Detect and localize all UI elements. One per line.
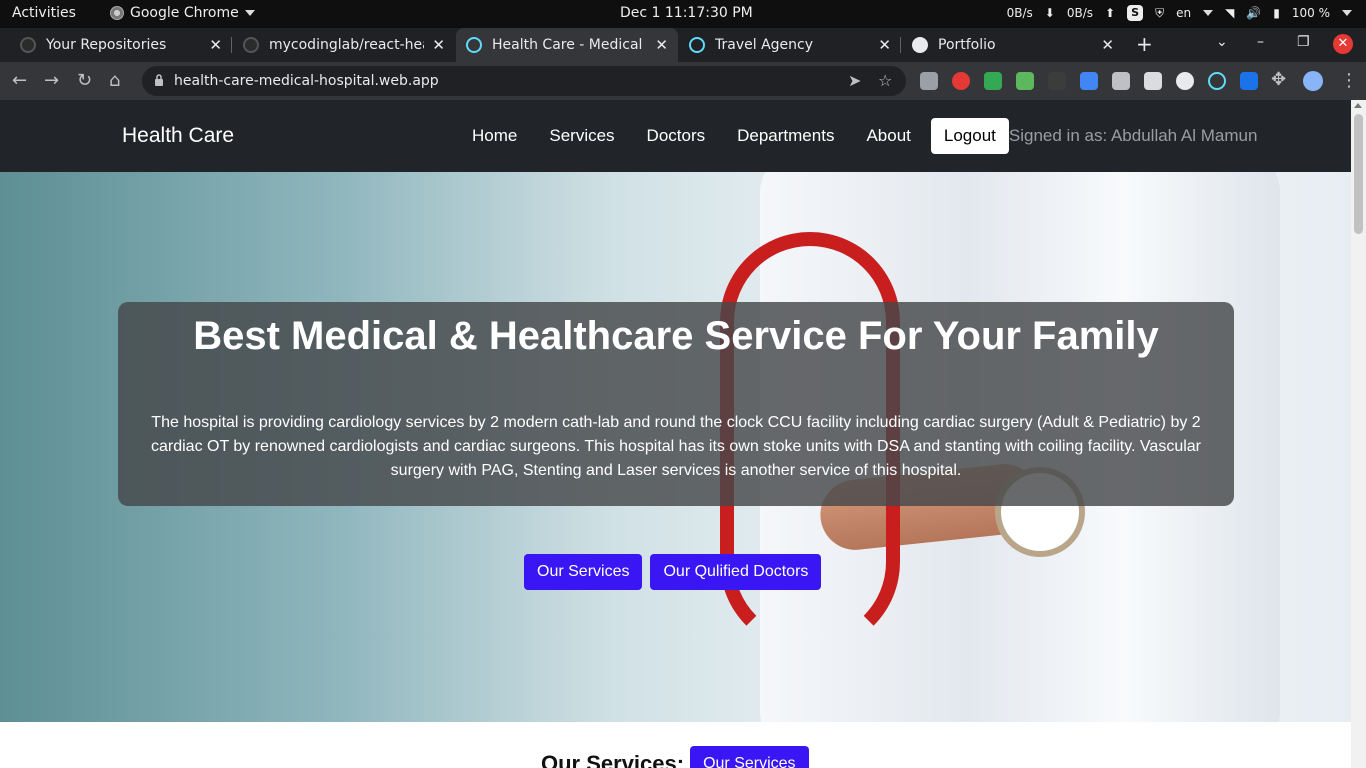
site-navbar: Health Care Home Services Doctors Depart… <box>0 100 1351 172</box>
reload-button[interactable]: ↻ <box>77 70 92 91</box>
star-icon[interactable]: ☆ <box>878 71 892 90</box>
address-bar[interactable]: health-care-medical-hospital.web.app ➤ ☆ <box>142 66 906 96</box>
nav-services[interactable]: Services <box>533 118 630 154</box>
tab-title: Health Care - Medical Hospital <box>492 37 647 53</box>
puzzle-icon[interactable]: ✥ <box>1271 69 1286 90</box>
system-top-bar: Activities Google Chrome Dec 1 11:17:30 … <box>0 0 1366 28</box>
brand-logo[interactable]: Health Care <box>122 124 234 148</box>
mail-extension-icon[interactable] <box>920 72 938 90</box>
page-scrollbar[interactable] <box>1351 100 1366 768</box>
services-section-header: Our Services: Our Services <box>541 746 809 768</box>
github-icon <box>20 37 36 53</box>
new-tab-button[interactable]: + <box>1136 32 1153 56</box>
battery-icon[interactable]: ▮ <box>1273 6 1280 20</box>
arrow-down-icon: ⬇ <box>1044 6 1055 20</box>
react-devtools-icon[interactable] <box>1208 72 1226 90</box>
back-button[interactable]: ← <box>12 70 27 91</box>
tab-strip: Your Repositories ✕ mycodinglab/react-he… <box>0 28 1366 62</box>
wifi-icon[interactable]: ◥ <box>1225 6 1234 20</box>
url-text: health-care-medical-hospital.web.app <box>174 73 439 89</box>
clock[interactable]: Dec 1 11:17:30 PM <box>620 5 753 21</box>
nav-links: Home Services Doctors Departments About … <box>456 118 1257 154</box>
react-icon <box>689 37 705 53</box>
adblock-icon[interactable] <box>952 72 970 90</box>
chevron-down-icon <box>1342 10 1352 16</box>
close-icon[interactable]: ✕ <box>432 36 445 54</box>
tab-title: Travel Agency <box>715 37 813 53</box>
react-icon <box>466 37 482 53</box>
home-button[interactable]: ⌂ <box>109 70 120 91</box>
web-page: Health Care Home Services Doctors Depart… <box>0 100 1351 768</box>
tab-health-care[interactable]: Health Care - Medical Hospital ✕ <box>456 28 678 62</box>
our-services-button[interactable]: Our Services <box>524 554 643 590</box>
tab-title: mycodinglab/react-health-care <box>269 37 424 53</box>
volume-icon[interactable]: 🔊 <box>1246 6 1261 20</box>
script-extension-icon[interactable] <box>1048 72 1066 90</box>
system-tray[interactable]: 0B/s ⬇ 0B/s ⬆ S ⛨ en ◥ 🔊 ▮ 100 % <box>1007 5 1352 21</box>
shield-extension-icon[interactable] <box>984 72 1002 90</box>
services-heading: Our Services: <box>541 751 685 768</box>
nav-departments[interactable]: Departments <box>721 118 850 154</box>
window-close-button[interactable]: ✕ <box>1333 34 1353 54</box>
battery-level: 100 % <box>1291 6 1330 20</box>
forward-button[interactable]: → <box>44 70 59 91</box>
activities-button[interactable]: Activities <box>12 5 76 21</box>
close-icon[interactable]: ✕ <box>878 36 891 54</box>
lock-icon[interactable] <box>154 74 164 86</box>
tab-title: Your Repositories <box>46 37 167 53</box>
globe-icon <box>912 37 928 53</box>
tab-react-health-care-repo[interactable]: mycodinglab/react-health-care ✕ <box>233 28 455 62</box>
browser-toolbar: ← → ↻ ⌂ health-care-medical-hospital.web… <box>0 62 1366 100</box>
hero-card: Best Medical & Healthcare Service For Yo… <box>118 302 1234 506</box>
scrollbar-thumb[interactable] <box>1354 114 1363 234</box>
services-section-button[interactable]: Our Services <box>690 746 809 768</box>
our-doctors-button[interactable]: Our Qulified Doctors <box>650 554 822 590</box>
avatar[interactable] <box>1303 71 1323 91</box>
hero-section: Best Medical & Healthcare Service For Yo… <box>0 172 1351 722</box>
kebab-menu-icon[interactable]: ⋮ <box>1340 70 1358 91</box>
screenshot-extension-icon[interactable] <box>1112 72 1130 90</box>
chrome-icon <box>110 6 124 20</box>
logout-button[interactable]: Logout <box>930 118 1009 154</box>
restore-icon[interactable]: ❐ <box>1297 34 1310 50</box>
scroll-up-icon[interactable] <box>1354 103 1362 108</box>
nav-home[interactable]: Home <box>456 118 533 154</box>
language-indicator[interactable]: en <box>1176 6 1191 20</box>
nav-about[interactable]: About <box>850 118 926 154</box>
net-down-speed: 0B/s <box>1006 6 1033 20</box>
net-up-speed: 0B/s <box>1066 6 1093 20</box>
hero-buttons: Our Services Our Qulified Doctors <box>524 554 822 590</box>
app-name: Google Chrome <box>130 5 239 21</box>
translate-icon[interactable] <box>1080 72 1098 90</box>
minimize-icon[interactable]: – <box>1257 34 1264 50</box>
close-icon[interactable]: ✕ <box>209 36 222 54</box>
app-menu[interactable]: Google Chrome <box>110 5 255 21</box>
arrow-up-icon: ⬆ <box>1105 6 1116 20</box>
tab-your-repositories[interactable]: Your Repositories ✕ <box>10 28 232 62</box>
tab-title: Portfolio <box>938 37 996 53</box>
nav-doctors[interactable]: Doctors <box>631 118 722 154</box>
tab-travel-agency[interactable]: Travel Agency ✕ <box>679 28 901 62</box>
circle-extension-icon[interactable] <box>1176 72 1194 90</box>
chevron-down-icon <box>244 10 255 16</box>
chevron-down-icon <box>1203 10 1214 16</box>
notes-extension-icon[interactable] <box>1144 72 1162 90</box>
close-icon[interactable]: ✕ <box>655 36 668 54</box>
download-extension-icon[interactable] <box>1016 72 1034 90</box>
shield-icon[interactable]: ⛨ <box>1155 6 1164 21</box>
hero-title: Best Medical & Healthcare Service For Yo… <box>193 314 1159 358</box>
tab-search-icon[interactable]: ⌄ <box>1216 34 1228 50</box>
send-icon[interactable]: ➤ <box>848 71 861 90</box>
close-icon[interactable]: ✕ <box>1101 36 1114 54</box>
github-icon <box>243 37 259 53</box>
tab-portfolio[interactable]: Portfolio ✕ <box>902 28 1124 62</box>
extension-icon[interactable] <box>1240 72 1258 90</box>
hero-description: The hospital is providing cardiology ser… <box>150 414 1201 479</box>
signed-in-text: Signed in as: Abdullah Al Mamun <box>1008 126 1258 145</box>
skype-icon[interactable]: S <box>1127 5 1144 21</box>
